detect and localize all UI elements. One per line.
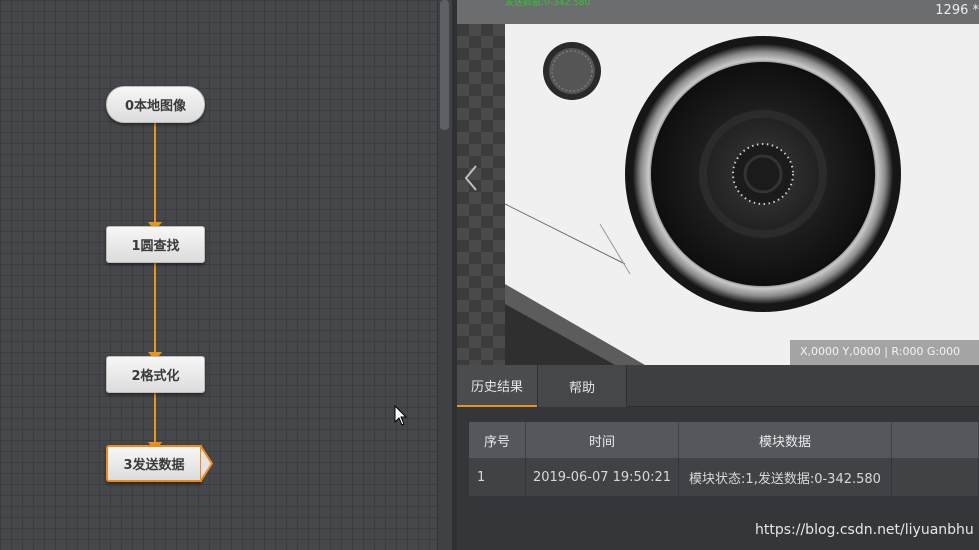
flow-node-format[interactable]: 2格式化	[106, 356, 205, 393]
flow-node-label: 2格式化	[131, 369, 180, 384]
connector-1-2	[154, 263, 156, 353]
inspection-image	[505, 24, 979, 365]
flow-node-label: 0本地图像	[124, 99, 187, 114]
cell-time: 2019-06-07 19:50:21	[526, 458, 679, 496]
image-size-label: 1296 *	[935, 3, 979, 18]
tab-history-results[interactable]: 历史结果	[457, 365, 537, 407]
canvas-scrollbar-thumb[interactable]	[440, 0, 449, 130]
flow-node-circle-find[interactable]: 1圆查找	[106, 226, 205, 263]
results-tabbar: 历史结果 帮助	[457, 365, 979, 407]
pixel-coordinate-readout: X,0000 Y,0000 | R:000 G:000	[790, 340, 979, 365]
column-header-extra[interactable]	[892, 422, 979, 458]
connector-2-3	[154, 393, 156, 443]
tab-label: 帮助	[568, 380, 595, 396]
column-header-time[interactable]: 时间	[526, 422, 679, 458]
table-row[interactable]: 1 2019-06-07 19:50:21 模块状态:1,发送数据:0-342.…	[469, 458, 979, 497]
flow-node-send-data[interactable]: 3发送数据	[106, 445, 213, 482]
flow-canvas[interactable]: 0本地图像 1圆查找 2格式化 3发送数据	[0, 0, 452, 550]
connector-0-1	[154, 123, 156, 223]
node-pointer-shape	[200, 445, 213, 482]
column-header-index[interactable]: 序号	[469, 422, 526, 458]
cell-module-data: 模块状态:1,发送数据:0-342.580	[679, 458, 892, 496]
cell-index: 1	[469, 458, 526, 496]
cell-extra	[892, 458, 979, 496]
tab-label: 历史结果	[470, 379, 523, 395]
table-header: 序号 时间 模块数据	[469, 422, 979, 458]
chevron-left-icon[interactable]	[463, 163, 481, 193]
mouse-cursor-icon	[394, 405, 408, 426]
column-header-module-data[interactable]: 模块数据	[679, 422, 892, 458]
image-view[interactable]: 发送数据:0-342.580 1296 * X,0000 Y,0000 | R:…	[457, 0, 979, 365]
tab-help[interactable]: 帮助	[537, 365, 627, 407]
flow-node-label: 3发送数据	[123, 458, 185, 473]
image-result-overlay: 发送数据:0-342.580	[505, 0, 591, 8]
flow-node-label: 1圆查找	[131, 239, 180, 254]
flow-node-local-image[interactable]: 0本地图像	[106, 86, 205, 123]
watermark-text: https://blog.csdn.net/liyuanbhu	[755, 522, 974, 538]
history-table: 序号 时间 模块数据 1 2019-06-07 19:50:21 模块状态:1,…	[469, 422, 979, 497]
